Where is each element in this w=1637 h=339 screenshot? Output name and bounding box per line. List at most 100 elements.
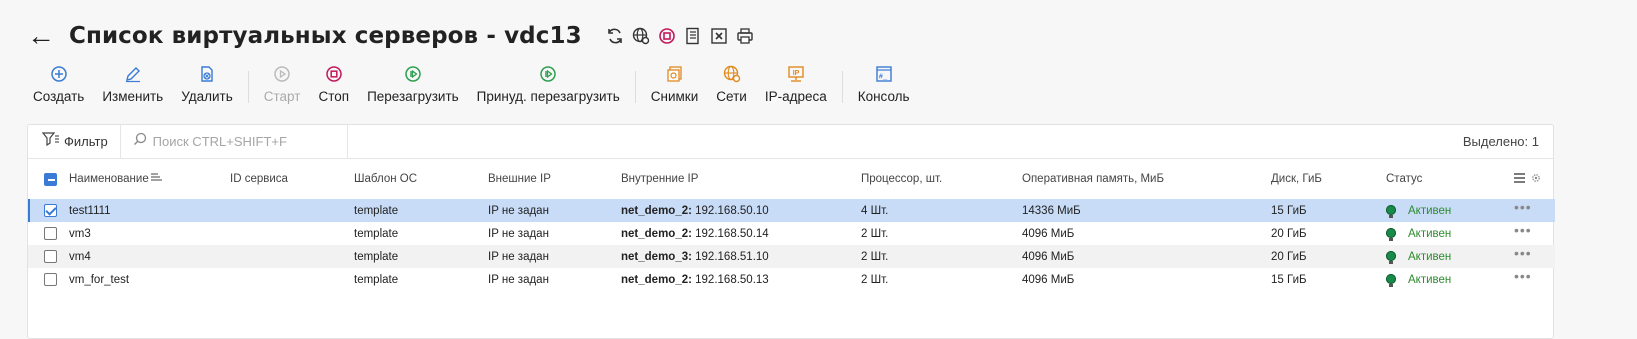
column-header-cpu[interactable]: Процессор, шт. [861,159,1022,199]
stop-button-label: Стоп [318,89,350,104]
filter-icon [41,132,60,151]
status-text: Активен [1408,250,1452,263]
cell-status: Активен [1386,268,1514,291]
document-list-icon[interactable] [684,27,702,45]
row-checkbox[interactable] [44,250,57,263]
cell-disk: 15 ГиБ [1271,199,1386,222]
cell-external-ip: IP не задан [488,245,621,268]
restart-button-label: Перезагрузить [367,89,459,104]
cell-internal-ip: net_demo_2: 192.168.50.14 [621,222,861,245]
row-more-icon[interactable]: ••• [1514,245,1532,261]
start-button-label: Старт [263,89,301,104]
svg-text:#_: #_ [878,74,887,82]
cell-internal-ip: net_demo_2: 192.168.50.10 [621,199,861,222]
stop-circle-icon[interactable] [658,27,676,45]
excel-export-icon[interactable] [710,27,728,45]
filter-label: Фильтр [64,134,108,149]
cell-cpu: 2 Шт. [861,245,1022,268]
column-header-os-template[interactable]: Шаблон ОС [354,159,488,199]
plus-circle-icon [48,63,70,85]
column-header-disk[interactable]: Диск, ГиБ [1271,159,1386,199]
row-more-icon[interactable]: ••• [1514,199,1532,215]
cell-name: test1111 [69,199,230,222]
table-row[interactable]: vm3 template IP не задан net_demo_2: 192… [28,222,1555,245]
status-bulb-icon [1386,205,1396,219]
ip-addresses-button[interactable]: IP IP-адреса [756,63,836,104]
table-row[interactable]: test1111 template IP не задан net_demo_2… [28,199,1555,222]
toolbar-separator [634,71,636,103]
servers-table-panel: Фильтр Выделено: 1 Наименование ID серви… [27,124,1555,339]
selected-count: Выделено: 1 [1463,134,1539,149]
search-input[interactable] [152,134,343,149]
cell-external-ip: IP не задан [488,227,549,240]
restart-button[interactable]: Перезагрузить [358,63,468,104]
table-header-row: Наименование ID сервиса Шаблон ОС Внешни… [28,159,1555,199]
snapshots-button[interactable]: Снимки [642,63,707,104]
edit-button-label: Изменить [102,89,164,104]
columns-menu-icon[interactable] [1514,172,1525,186]
networks-button-label: Сети [716,89,747,104]
pencil-icon [122,63,144,85]
stop-circle-icon [323,63,345,85]
create-button[interactable]: Создать [24,63,93,104]
select-all-checkbox[interactable] [44,172,57,186]
cell-name: vm4 [69,245,230,268]
delete-button-label: Удалить [181,89,233,104]
back-arrow-icon[interactable]: ← [27,22,57,50]
cell-template: template [354,245,488,268]
cell-template: template [354,273,399,286]
stop-button[interactable]: Стоп [309,63,358,104]
cell-service-id [230,199,354,222]
console-button[interactable]: #_ Консоль [849,63,919,104]
column-header-service-id[interactable]: ID сервиса [230,159,354,199]
settings-gear-icon[interactable] [1531,173,1541,186]
cell-name: vm_for_test [69,273,130,286]
row-more-icon[interactable]: ••• [1514,268,1532,284]
cell-ram: 4096 МиБ [1022,245,1271,268]
networks-button[interactable]: Сети [707,63,756,104]
column-header-name[interactable]: Наименование [69,159,230,199]
cell-service-id [230,245,354,268]
row-checkbox[interactable] [44,227,57,240]
column-header-status[interactable]: Статус [1386,159,1514,199]
cell-status: Активен [1386,222,1514,245]
column-header-internal-ip[interactable]: Внутренние IP [621,159,861,199]
filter-bar: Фильтр Выделено: 1 [28,125,1553,159]
cell-template: template [354,199,488,222]
row-more-icon[interactable]: ••• [1514,222,1532,238]
snapshots-button-label: Снимки [650,89,699,104]
globe-settings-icon[interactable] [632,27,650,45]
cell-external-ip: IP не задан [488,273,549,286]
network-name: net_demo_2: [621,227,692,240]
table-row[interactable]: vm4 template IP не задан net_demo_3: 192… [28,245,1555,268]
edit-button[interactable]: Изменить [93,63,172,104]
status-text: Активен [1408,204,1452,217]
column-header-ram[interactable]: Оперативная память, МиБ [1022,159,1271,199]
toolbar-separator [841,71,843,103]
cell-disk: 20 ГиБ [1271,245,1386,268]
delete-button[interactable]: Удалить [172,63,242,104]
network-ip: 192.168.50.13 [695,273,769,286]
network-ip: 192.168.51.10 [695,250,769,263]
start-button[interactable]: Старт [255,63,310,104]
cell-cpu: 2 Шт. [861,273,889,286]
sort-icon[interactable] [150,173,162,185]
force-restart-button[interactable]: Принуд. перезагрузить [468,63,629,104]
restart-circle-icon [402,63,424,85]
create-button-label: Создать [33,89,85,104]
row-checkbox[interactable] [44,204,57,217]
print-icon[interactable] [736,27,754,45]
filter-button[interactable]: Фильтр [28,125,121,158]
selected-count-value: 1 [1531,134,1539,149]
network-name: net_demo_3: [621,250,692,263]
network-ip: 192.168.50.10 [695,204,769,217]
row-checkbox[interactable] [44,273,57,286]
cell-status: Активен [1386,245,1514,268]
cell-status: Активен [1386,199,1514,222]
cell-ram: 4096 МиБ [1022,273,1075,286]
column-header-external-ip[interactable]: Внешние IP [488,159,621,199]
refresh-icon[interactable] [606,27,624,45]
table-row[interactable]: vm_for_test template IP не задан net_dem… [28,268,1555,291]
console-button-label: Консоль [857,89,910,104]
status-bulb-icon [1386,228,1396,242]
